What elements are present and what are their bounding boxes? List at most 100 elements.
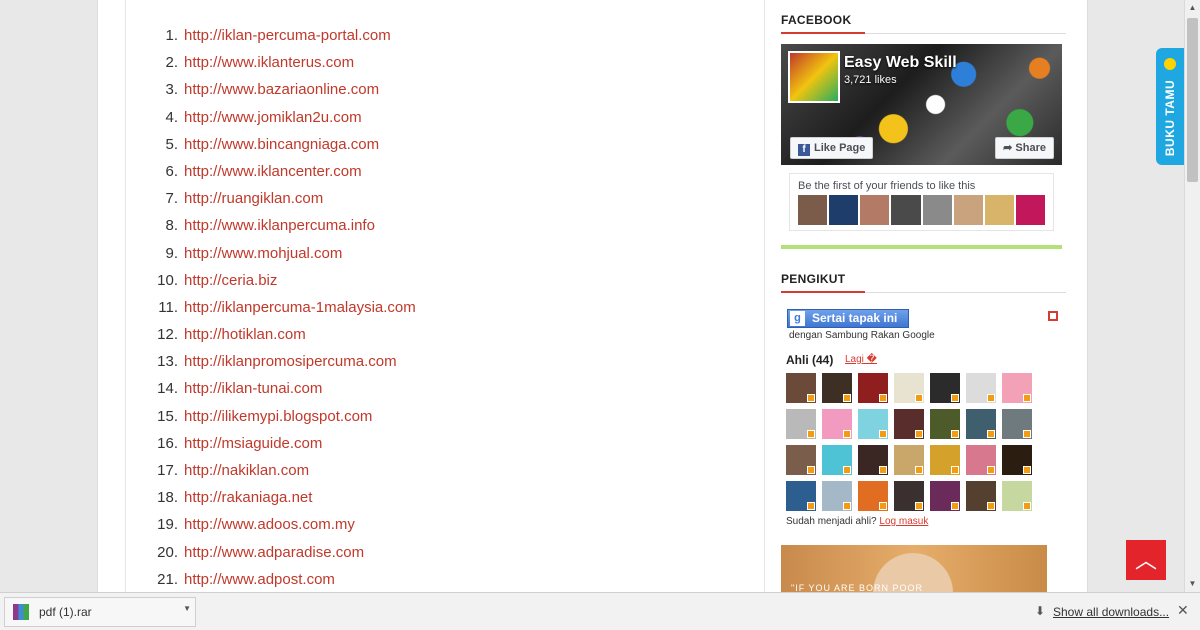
member-avatar[interactable] xyxy=(858,373,888,403)
guestbook-tab[interactable]: BUKU TAMU xyxy=(1156,48,1184,165)
facebook-cover-image[interactable]: Easy Web Skill 3,721 likes f Like Page ➦ … xyxy=(781,44,1062,165)
site-link[interactable]: http://www.adoos.com.my xyxy=(184,511,355,538)
site-link[interactable]: http://msiaguide.com xyxy=(184,430,322,457)
facebook-share-button[interactable]: ➦ Share xyxy=(995,137,1054,159)
site-link[interactable]: http://ruangiklan.com xyxy=(184,185,323,212)
member-avatar[interactable] xyxy=(930,409,960,439)
site-link[interactable]: http://www.iklanterus.com xyxy=(184,49,354,76)
site-link[interactable]: http://www.iklancenter.com xyxy=(184,158,362,185)
site-link[interactable]: http://hotiklan.com xyxy=(184,321,306,348)
site-link[interactable]: http://ceria.biz xyxy=(184,267,277,294)
site-link[interactable]: http://www.adparadise.com xyxy=(184,539,364,566)
list-number: 2. xyxy=(165,54,178,72)
download-item[interactable]: pdf (1).rar ▼ xyxy=(4,597,196,627)
friend-avatar[interactable] xyxy=(798,195,828,225)
site-link[interactable]: http://iklan-percuma-portal.com xyxy=(184,22,391,49)
member-avatar[interactable] xyxy=(822,445,852,475)
friend-avatar[interactable] xyxy=(953,195,983,225)
site-link[interactable]: http://iklan-tunai.com xyxy=(184,375,322,402)
member-avatar[interactable] xyxy=(930,445,960,475)
list-item: 13. http://iklanpromosipercuma.com xyxy=(126,348,746,375)
friend-avatar[interactable] xyxy=(922,195,952,225)
friend-avatar[interactable] xyxy=(984,195,1014,225)
member-avatar[interactable] xyxy=(822,481,852,511)
member-avatar[interactable] xyxy=(930,481,960,511)
member-avatar[interactable] xyxy=(858,481,888,511)
popout-icon[interactable] xyxy=(1048,311,1058,321)
facebook-page-thumbnail[interactable] xyxy=(788,51,840,103)
list-item: 9. http://www.mohjual.com xyxy=(126,240,746,267)
site-link[interactable]: http://nakiklan.com xyxy=(184,457,309,484)
scroll-down-arrow-icon[interactable]: ▼ xyxy=(1185,576,1200,592)
chevron-down-icon[interactable]: ▼ xyxy=(183,604,191,613)
list-item: 18. http://rakaniaga.net xyxy=(126,484,746,511)
site-link[interactable]: http://ilikemypi.blogspot.com xyxy=(184,403,372,430)
member-avatar[interactable] xyxy=(822,373,852,403)
list-number: 20. xyxy=(157,543,178,561)
member-avatar[interactable] xyxy=(1002,445,1032,475)
like-page-label: Like Page xyxy=(814,142,866,154)
member-avatar[interactable] xyxy=(894,409,924,439)
member-avatar[interactable] xyxy=(966,409,996,439)
already-member-label: Sudah menjadi ahli? xyxy=(786,516,877,527)
show-all-downloads-link[interactable]: Show all downloads... xyxy=(1053,605,1169,619)
member-avatar[interactable] xyxy=(894,445,924,475)
member-avatar[interactable] xyxy=(966,445,996,475)
friend-avatar[interactable] xyxy=(1015,195,1045,225)
follow-button-label: Sertai tapak ini xyxy=(812,311,898,325)
member-avatar[interactable] xyxy=(1002,481,1032,511)
friend-avatar[interactable] xyxy=(829,195,859,225)
friend-avatar[interactable] xyxy=(891,195,921,225)
follow-site-button[interactable]: g Sertai tapak ini xyxy=(787,309,909,328)
facebook-page-name[interactable]: Easy Web Skill xyxy=(844,54,957,72)
sidebar-ad-image[interactable]: "IF YOU ARE BORN POOR xyxy=(781,545,1047,592)
site-link[interactable]: http://www.jomiklan2u.com xyxy=(184,104,362,131)
list-number: 7. xyxy=(165,190,178,208)
site-link[interactable]: http://iklanpercuma-1malaysia.com xyxy=(184,294,416,321)
list-number: 14. xyxy=(157,380,178,398)
list-item: 15. http://ilikemypi.blogspot.com xyxy=(126,403,746,430)
vertical-scrollbar[interactable]: ▲ ▼ xyxy=(1184,0,1200,592)
google-icon: g xyxy=(790,311,805,326)
member-avatar[interactable] xyxy=(966,373,996,403)
member-avatar[interactable] xyxy=(786,373,816,403)
list-item: 17. http://nakiklan.com xyxy=(126,457,746,484)
back-to-top-button[interactable]: ︿ xyxy=(1126,540,1166,580)
site-link[interactable]: http://iklanpromosipercuma.com xyxy=(184,348,397,375)
member-avatar[interactable] xyxy=(858,409,888,439)
link-list: 1. http://iklan-percuma-portal.com 2. http:… xyxy=(126,22,746,593)
facebook-like-page-button[interactable]: f Like Page xyxy=(790,137,874,159)
site-link[interactable]: http://www.iklanpercuma.info xyxy=(184,212,375,239)
login-link[interactable]: Log masuk xyxy=(879,516,928,527)
site-link[interactable]: http://rakaniaga.net xyxy=(184,484,312,511)
member-avatar[interactable] xyxy=(894,481,924,511)
member-avatar[interactable] xyxy=(930,373,960,403)
site-link[interactable]: http://www.bazariaonline.com xyxy=(184,76,379,103)
list-number: 4. xyxy=(165,108,178,126)
member-avatar[interactable] xyxy=(858,445,888,475)
list-item: 8. http://www.iklanpercuma.info xyxy=(126,212,746,239)
site-link[interactable]: http://www.adpost.com xyxy=(184,566,335,593)
guestbook-label: BUKU TAMU xyxy=(1163,79,1177,157)
scroll-up-arrow-icon[interactable]: ▲ xyxy=(1185,0,1200,16)
main-content: 1. http://iklan-percuma-portal.com 2. http:… xyxy=(125,0,765,592)
member-avatar[interactable] xyxy=(786,481,816,511)
member-avatar[interactable] xyxy=(822,409,852,439)
close-icon[interactable]: ✕ xyxy=(1177,602,1189,619)
list-number: 5. xyxy=(165,135,178,153)
more-members-link[interactable]: Lagi � xyxy=(845,354,877,365)
site-link[interactable]: http://www.bincangniaga.com xyxy=(184,131,379,158)
member-avatar[interactable] xyxy=(1002,409,1032,439)
scrollbar-thumb[interactable] xyxy=(1187,18,1198,182)
site-link[interactable]: http://www.mohjual.com xyxy=(184,240,342,267)
member-avatar[interactable] xyxy=(786,409,816,439)
rar-file-icon xyxy=(13,604,29,620)
member-avatar[interactable] xyxy=(1002,373,1032,403)
member-avatar[interactable] xyxy=(966,481,996,511)
download-shelf: pdf (1).rar ▼ ⬇ Show all downloads... ✕ xyxy=(0,592,1200,630)
member-avatar-grid xyxy=(786,373,1032,511)
already-member-text: Sudah menjadi ahli? Log masuk xyxy=(786,516,928,527)
member-avatar[interactable] xyxy=(894,373,924,403)
member-avatar[interactable] xyxy=(786,445,816,475)
friend-avatar[interactable] xyxy=(860,195,890,225)
